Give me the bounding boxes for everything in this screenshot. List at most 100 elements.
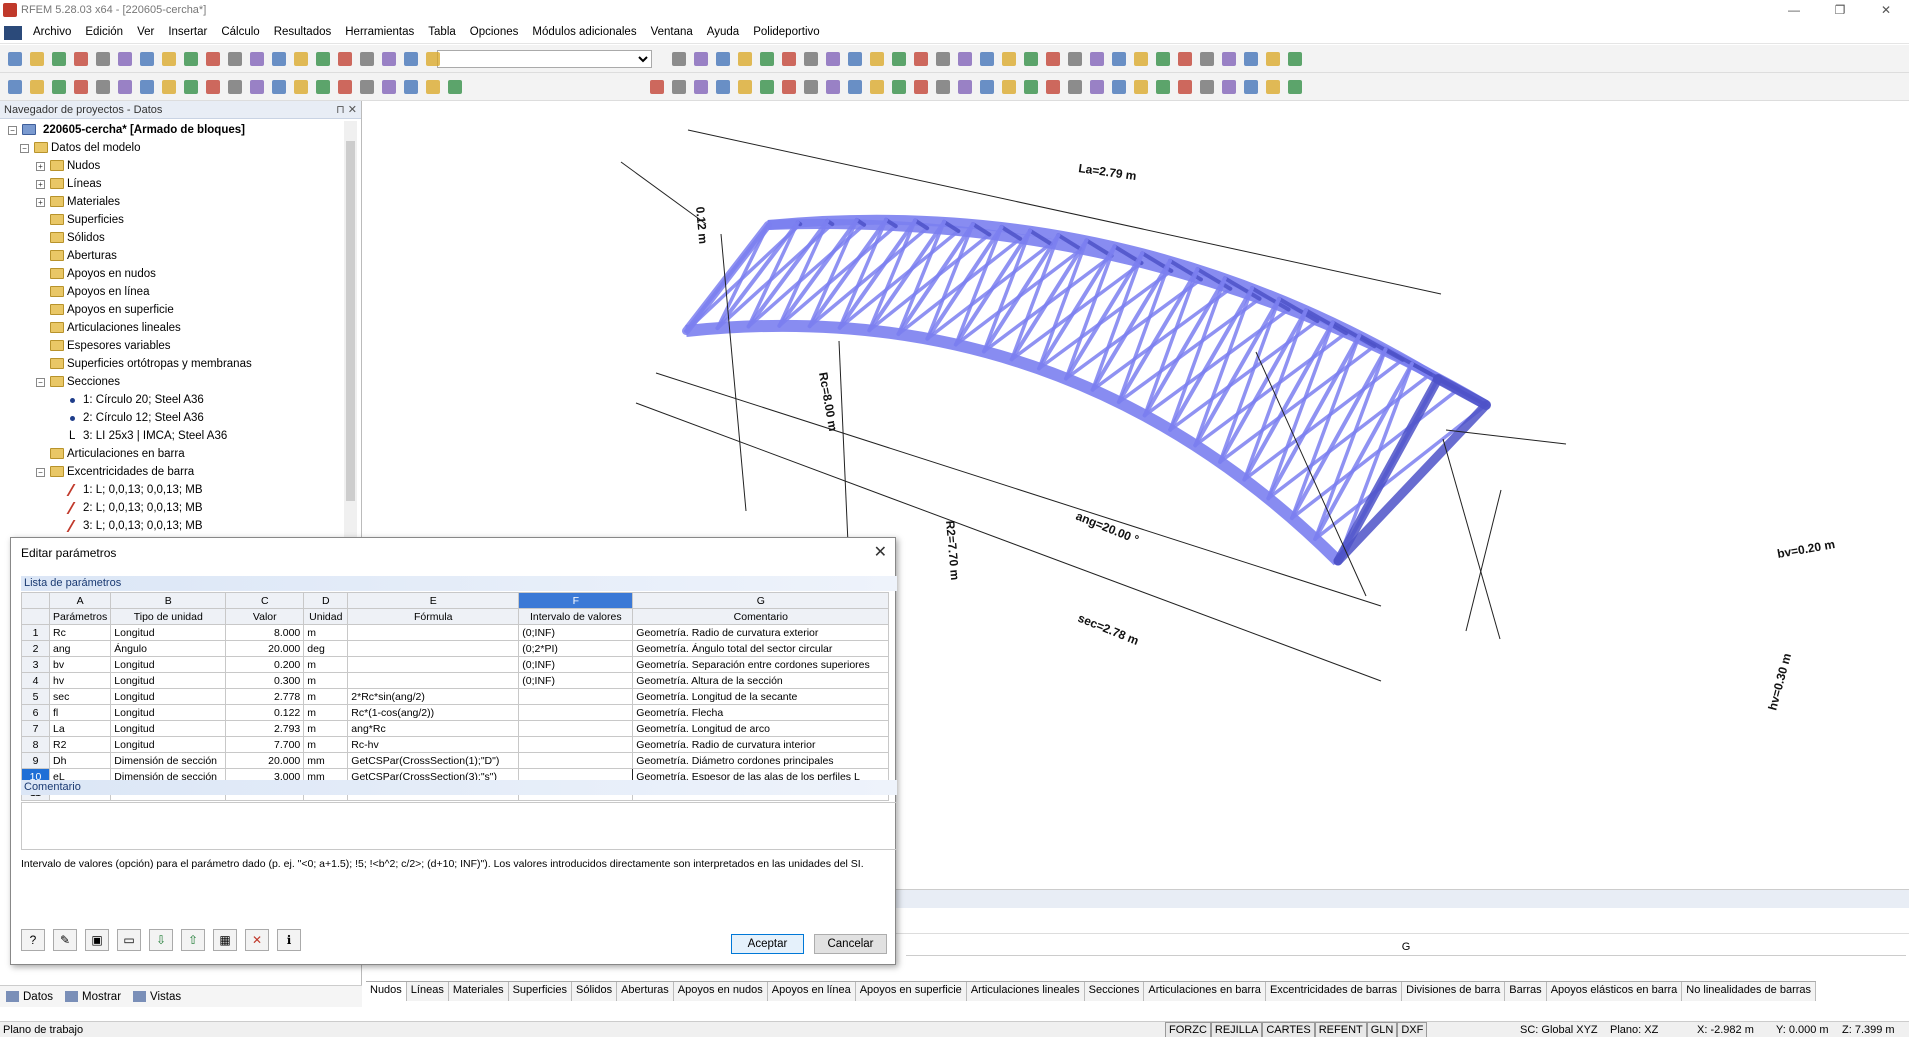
row-number[interactable]: 5 — [21, 688, 50, 705]
cell-value[interactable]: 20.000 — [225, 640, 305, 657]
toolbar-tool-icon[interactable] — [74, 80, 88, 94]
cell-comment[interactable]: Geometría. Diámetro cordones principales — [632, 752, 890, 769]
toolbar-tool-icon[interactable] — [338, 80, 352, 94]
toolbar-tool-icon[interactable] — [958, 52, 972, 66]
collapse-icon[interactable]: − — [8, 126, 17, 135]
toolbar-tool-icon[interactable] — [30, 80, 44, 94]
parameter-row[interactable]: 6 fl Longitud 0.122 m Rc*(1-cos(ang/2)) Geomet… — [21, 704, 890, 721]
cell-type[interactable]: Ángulo — [110, 640, 227, 657]
toolbar-tool-icon[interactable] — [118, 80, 132, 94]
parameter-row[interactable]: 5 sec Longitud 2.778 m 2*Rc*sin(ang/2) Geometr… — [21, 688, 890, 705]
toolbar-tool-icon[interactable] — [360, 80, 374, 94]
table-tab[interactable]: Aberturas — [617, 982, 674, 1001]
row-number[interactable]: 7 — [21, 720, 50, 737]
toolbar-tool-icon[interactable] — [892, 52, 906, 66]
toolbar-tool-icon[interactable] — [184, 80, 198, 94]
toolbar-tool-icon[interactable] — [52, 52, 66, 66]
edit-icon[interactable]: ✎ — [53, 929, 77, 951]
toolbar-tool-icon[interactable] — [804, 52, 818, 66]
table-tab[interactable]: Sólidos — [572, 982, 618, 1001]
toolbar-tool-icon[interactable] — [1002, 52, 1016, 66]
toolbar-tool-icon[interactable] — [8, 52, 22, 66]
menu-resultados[interactable]: Resultados — [267, 26, 339, 38]
toolbar-tool-icon[interactable] — [30, 52, 44, 66]
row-number[interactable]: 2 — [21, 640, 50, 657]
toolbar-tool-icon[interactable] — [1156, 52, 1170, 66]
menu-modulos[interactable]: Módulos adicionales — [525, 26, 643, 38]
toolbar-tool-icon[interactable] — [316, 80, 330, 94]
tree-item[interactable]: − Datos del modelo — [0, 139, 361, 157]
table-tab[interactable]: Superficies — [508, 982, 572, 1001]
col-letter-f[interactable]: F — [518, 592, 634, 609]
toolbar-tool-icon[interactable] — [1002, 80, 1016, 94]
menu-herramientas[interactable]: Herramientas — [338, 26, 421, 38]
toolbar-tool-icon[interactable] — [404, 52, 418, 66]
toolbar-tool-icon[interactable] — [74, 52, 88, 66]
cell-formula[interactable] — [347, 640, 520, 657]
toolbar-tool-icon[interactable] — [140, 52, 154, 66]
table-tab[interactable]: Secciones — [1084, 982, 1145, 1001]
document-icon[interactable] — [4, 26, 22, 40]
toolbar-tool-icon[interactable] — [1112, 80, 1126, 94]
toolbar-tool-icon[interactable] — [184, 52, 198, 66]
close-icon[interactable]: ✕ — [874, 542, 887, 562]
table-tab[interactable]: Articulaciones lineales — [966, 982, 1085, 1001]
row-number[interactable]: 8 — [21, 736, 50, 753]
toolbar-tool-icon[interactable] — [382, 52, 396, 66]
toolbar-tool-icon[interactable] — [892, 80, 906, 94]
menu-ver[interactable]: Ver — [130, 26, 161, 38]
toolbar-tool-icon[interactable] — [162, 80, 176, 94]
col-letter-b[interactable]: B — [110, 592, 227, 609]
status-toggle-button[interactable]: REJILLA — [1210, 1022, 1263, 1037]
toolbar-tool-icon[interactable] — [1024, 52, 1038, 66]
expand-icon[interactable]: + — [36, 162, 45, 171]
toolbar-tool-icon[interactable] — [1222, 52, 1236, 66]
row-number[interactable]: 4 — [21, 672, 50, 689]
toolbar-tool-icon[interactable] — [96, 52, 110, 66]
table-tab[interactable]: Barras — [1505, 982, 1547, 1001]
toolbar-tool-icon[interactable] — [1068, 52, 1082, 66]
import-excel-icon[interactable]: ⇩ — [149, 929, 173, 951]
tree-item[interactable]: Superficies — [0, 211, 361, 229]
toolbar-tool-icon[interactable] — [760, 80, 774, 94]
toolbar-tool-icon[interactable] — [1090, 80, 1104, 94]
toolbar-tool-icon[interactable] — [716, 80, 730, 94]
toolbar-tool-icon[interactable] — [1112, 52, 1126, 66]
toolbar-tool-icon[interactable] — [140, 80, 154, 94]
export-excel-icon[interactable]: ⇧ — [181, 929, 205, 951]
toolbar-tool-icon[interactable] — [1288, 80, 1302, 94]
col-letter-c[interactable]: C — [225, 592, 305, 609]
menu-polideportivo[interactable]: Polideportivo — [746, 26, 826, 38]
toolbar-tool-icon[interactable] — [316, 52, 330, 66]
cell-unit[interactable]: m — [303, 720, 349, 737]
tree-item[interactable]: Apoyos en línea — [0, 283, 361, 301]
toolbar-tool-icon[interactable] — [1200, 80, 1214, 94]
col-letter-a[interactable]: A — [48, 592, 112, 609]
toolbar-tool-icon[interactable] — [694, 52, 708, 66]
toolbar-tool-icon[interactable] — [914, 52, 928, 66]
toolbar-tool-icon[interactable] — [8, 80, 22, 94]
cell-name[interactable]: ang — [48, 640, 112, 657]
cell-unit[interactable]: m — [303, 736, 349, 753]
cell-comment[interactable]: Geometría. Radio de curvatura interior — [632, 736, 890, 753]
menu-ayuda[interactable]: Ayuda — [700, 26, 746, 38]
cell-unit[interactable]: m — [303, 688, 349, 705]
cell-formula[interactable]: 2*Rc*sin(ang/2) — [347, 688, 520, 705]
menu-archivo[interactable]: Archivo — [26, 26, 78, 38]
navigator-scrollbar[interactable] — [344, 121, 357, 601]
table-tab[interactable]: Apoyos elásticos en barra — [1546, 982, 1683, 1001]
toolbar-tool-icon[interactable] — [826, 52, 840, 66]
status-toggle-button[interactable]: CARTES — [1262, 1022, 1315, 1037]
toolbar-tool-icon[interactable] — [936, 80, 950, 94]
info-icon[interactable]: ℹ — [277, 929, 301, 951]
toolbar-tool-icon[interactable] — [1266, 80, 1280, 94]
tree-item[interactable]: + Materiales — [0, 193, 361, 211]
tree-item[interactable]: Espesores variables — [0, 337, 361, 355]
tree-item[interactable]: 1: Círculo 20; Steel A36 — [0, 391, 361, 409]
table-tab[interactable]: Materiales — [448, 982, 509, 1001]
toolbar-tool-icon[interactable] — [804, 80, 818, 94]
toolbar-tool-icon[interactable] — [338, 52, 352, 66]
toolbar-tool-icon[interactable] — [782, 80, 796, 94]
toolbar-tool-icon[interactable] — [96, 80, 110, 94]
tree-item[interactable]: Apoyos en nudos — [0, 265, 361, 283]
